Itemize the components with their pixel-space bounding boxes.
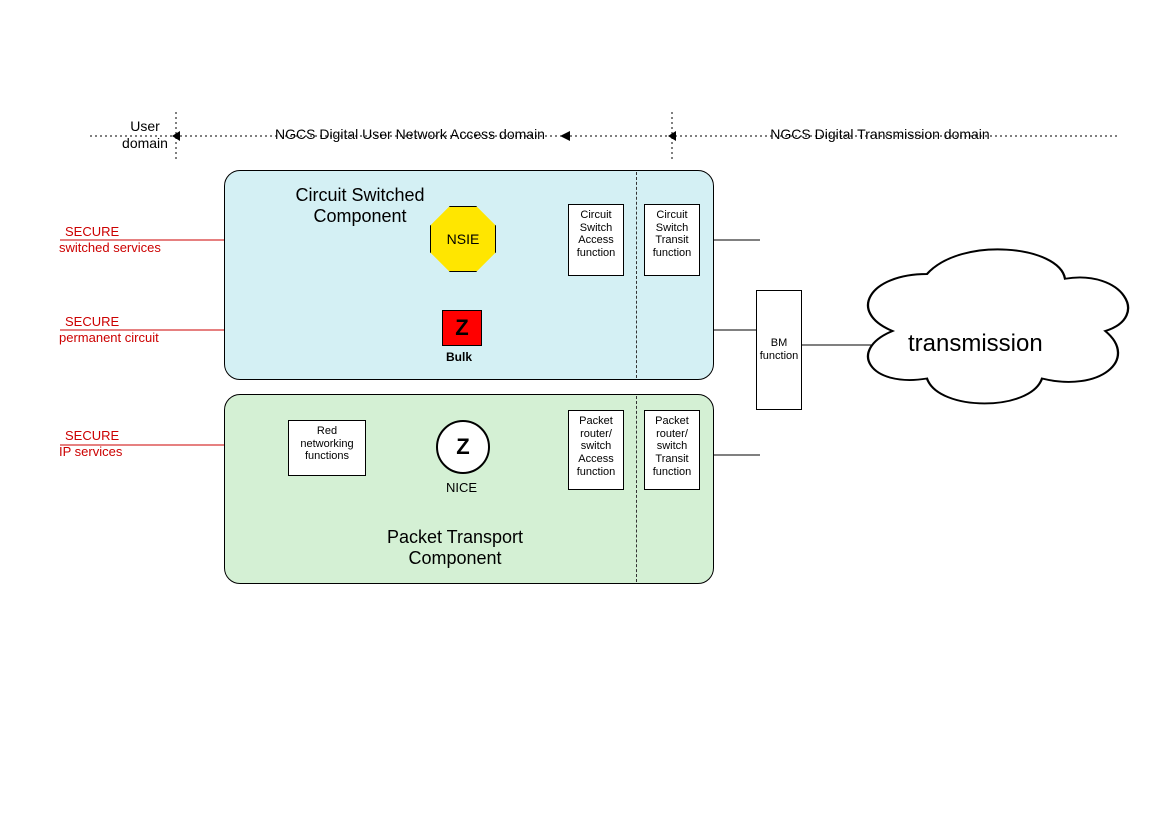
secure-ip-line1: SECURE [65, 428, 122, 444]
ptc-title: Packet Transport Component [325, 527, 585, 569]
secure-switched-line2: switched services [59, 240, 161, 256]
secure-switched-label: SECURE switched services [65, 224, 161, 255]
secure-permanent-label: SECURE permanent circuit [65, 314, 159, 345]
packet-switch-access-box: Packet router/ switch Access function [568, 410, 624, 490]
secure-switched-line1: SECURE [65, 224, 161, 240]
nice-label: NICE [446, 480, 477, 495]
bm-function-box: BM function [756, 290, 802, 410]
circuit-switch-transit-box: Circuit Switch Transit function [644, 204, 700, 276]
red-networking-box: Red networking functions [288, 420, 366, 476]
bulk-z-label: Z [455, 315, 468, 341]
bulk-crypto-icon: Z [442, 310, 482, 346]
csc-title: Circuit Switched Component [255, 185, 465, 227]
circuit-switched-component: Circuit Switched Component [224, 170, 714, 380]
access-domain-label: NGCS Digital User Network Access domain [240, 126, 580, 143]
bm-function-label: BM function [759, 337, 799, 362]
transmission-cloud-label: transmission [908, 330, 1043, 358]
transmission-domain-label: NGCS Digital Transmission domain [720, 126, 1040, 143]
user-domain-label: User domain [110, 118, 180, 152]
nice-z-label: Z [456, 434, 469, 460]
circuit-switch-access-box: Circuit Switch Access function [568, 204, 624, 276]
ptc-title-line1: Packet Transport [325, 527, 585, 548]
nsie-label: NSIE [447, 231, 480, 247]
secure-permanent-line2: permanent circuit [59, 330, 159, 346]
csc-title-line1: Circuit Switched [255, 185, 465, 206]
nice-crypto-icon: Z [436, 420, 490, 474]
ptc-title-line2: Component [325, 548, 585, 569]
packet-switch-transit-box: Packet router/ switch Transit function [644, 410, 700, 490]
bulk-label: Bulk [446, 350, 472, 364]
secure-ip-label: SECURE IP services [65, 428, 122, 459]
secure-ip-line2: IP services [59, 444, 122, 460]
csc-divider [636, 172, 637, 378]
secure-permanent-line1: SECURE [65, 314, 159, 330]
ptc-divider [636, 396, 637, 582]
